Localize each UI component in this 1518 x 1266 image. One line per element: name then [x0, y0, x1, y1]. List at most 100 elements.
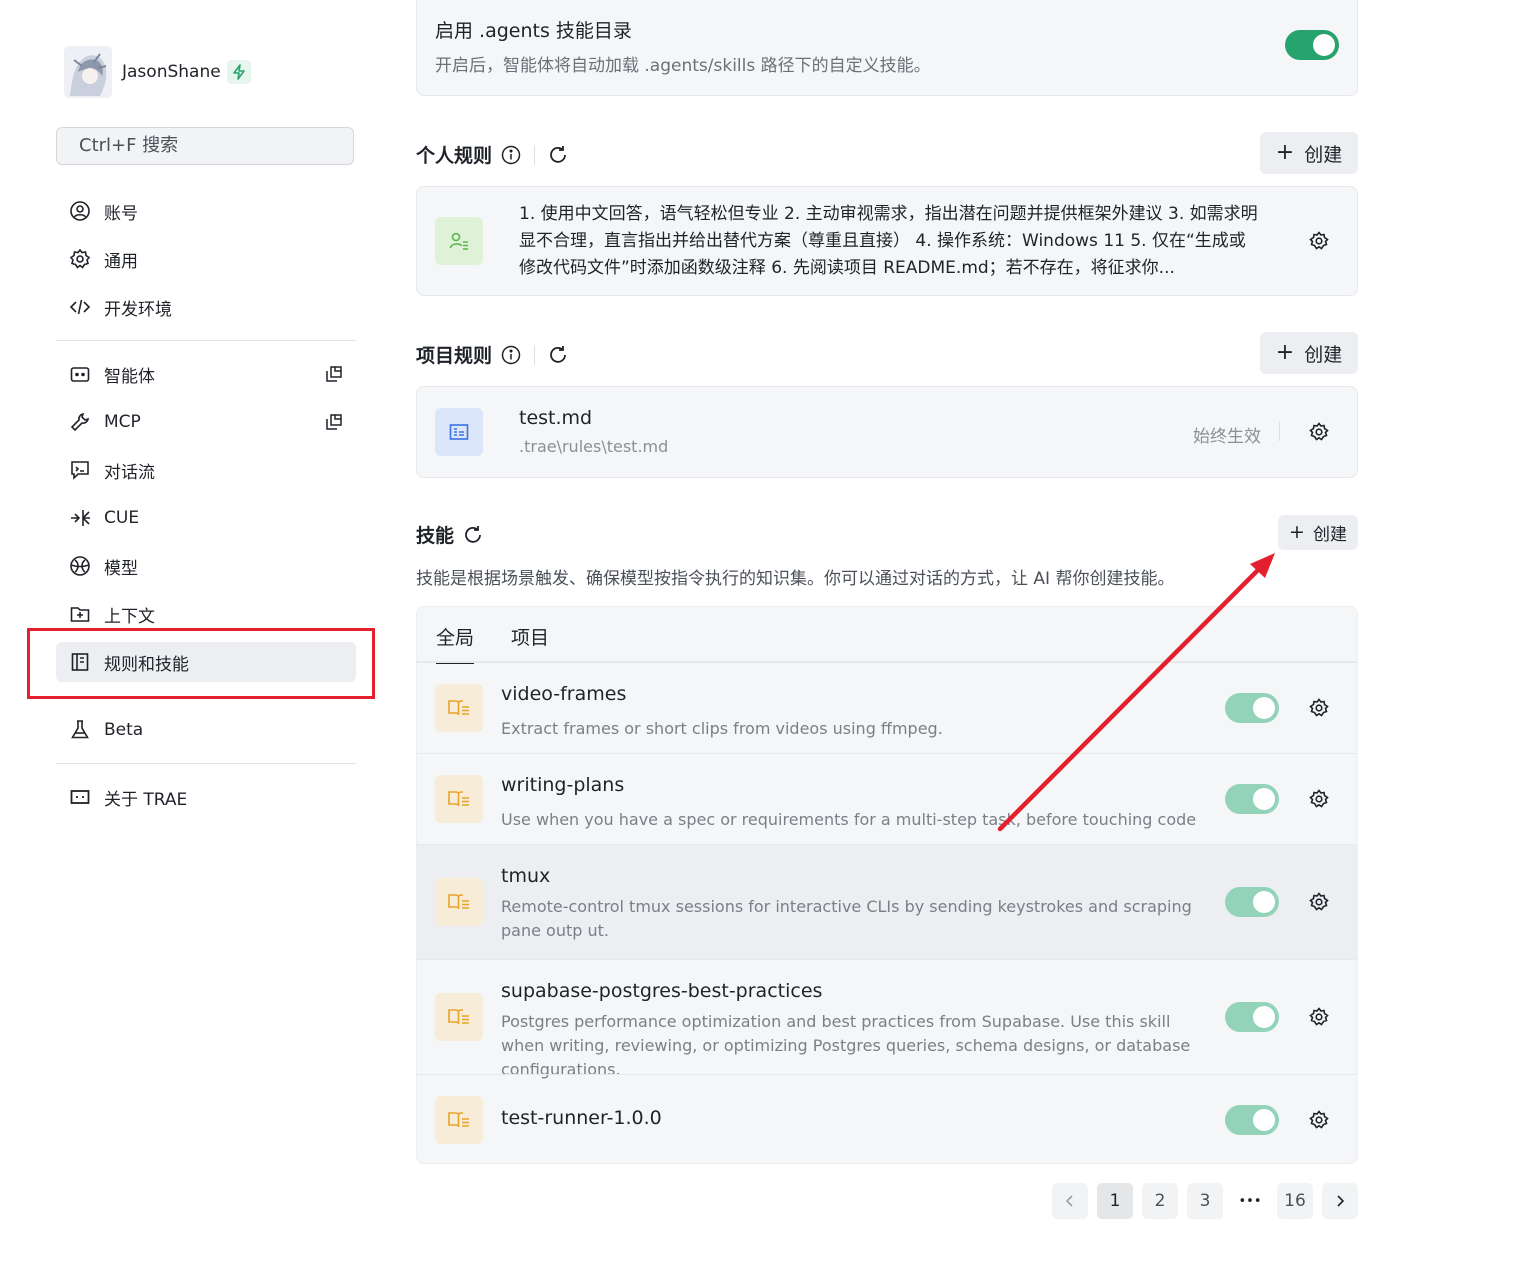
flask-icon	[68, 718, 92, 742]
user-circle-icon	[68, 199, 92, 223]
gear-icon[interactable]	[1307, 1005, 1331, 1029]
sidebar: JasonShane Ctrl+F 搜索 账号 通用 开发环境 智能体 MCP …	[0, 0, 380, 1266]
agents-dir-toggle[interactable]	[1285, 30, 1339, 60]
skill-book-icon	[435, 684, 483, 732]
sidebar-item-flow[interactable]: 对话流	[56, 450, 356, 490]
sidebar-item-about[interactable]: 关于 TRAE	[56, 777, 356, 817]
sidebar-item-beta[interactable]: Beta	[56, 710, 356, 750]
bolt-icon	[226, 60, 251, 84]
skill-toggle[interactable]	[1225, 784, 1279, 814]
trae-logo-icon	[68, 785, 92, 809]
pagination-prev-button[interactable]	[1052, 1183, 1088, 1219]
skill-row[interactable]: test-runner-1.0.0	[417, 1074, 1357, 1163]
sidebar-item-label: Beta	[104, 720, 144, 740]
skill-toggle[interactable]	[1225, 887, 1279, 917]
sidebar-item-label: 智能体	[104, 366, 155, 387]
skills-desc: 技能是根据场景触发、确保模型按指令执行的知识集。你可以通过对话的方式，让 AI …	[416, 569, 1175, 589]
tab-project[interactable]: 项目	[511, 623, 549, 650]
project-rules-create-button[interactable]: + 创建	[1260, 332, 1358, 374]
external-window-icon[interactable]	[322, 410, 346, 434]
gear-icon[interactable]	[1307, 1108, 1331, 1132]
pagination-page[interactable]: 1	[1097, 1183, 1133, 1219]
skill-desc: Remote-control tmux sessions for interac…	[501, 897, 1192, 940]
personal-rules-header: 个人规则	[416, 141, 569, 168]
sidebar-item-label: 模型	[104, 558, 138, 579]
section-title: 项目规则	[416, 345, 493, 367]
gear-icon[interactable]	[1307, 787, 1331, 811]
external-window-icon[interactable]	[322, 362, 346, 386]
info-icon[interactable]	[500, 144, 522, 166]
agents-dir-desc: 开启后，智能体将自动加载 .agents/skills 路径下的自定义技能。	[435, 56, 931, 76]
section-title: 个人规则	[416, 145, 493, 167]
sidebar-item-general[interactable]: 通用	[56, 239, 356, 279]
personal-rules-create-button[interactable]: + 创建	[1260, 132, 1358, 174]
skill-name: writing-plans	[501, 774, 625, 796]
skill-toggle[interactable]	[1225, 1105, 1279, 1135]
skill-book-icon	[435, 775, 483, 823]
profile[interactable]: JasonShane	[64, 46, 251, 98]
sidebar-item-label: 关于 TRAE	[104, 789, 188, 810]
pagination-ellipsis[interactable]: •••	[1232, 1183, 1268, 1219]
sidebar-item-agents[interactable]: 智能体	[56, 354, 356, 394]
sidebar-item-label: 账号	[104, 203, 138, 224]
agents-dir-title: 启用 .agents 技能目录	[435, 20, 632, 42]
refresh-icon[interactable]	[462, 524, 484, 546]
sidebar-item-label: CUE	[104, 508, 140, 528]
sidebar-item-label: 开发环境	[104, 299, 172, 320]
sidebar-divider	[56, 763, 356, 764]
skill-desc: Postgres performance optimization and be…	[501, 1012, 1191, 1079]
avatar[interactable]	[64, 46, 112, 98]
chat-flow-icon	[68, 458, 92, 482]
pagination-page[interactable]: 16	[1277, 1183, 1313, 1219]
skill-book-icon	[435, 878, 483, 926]
skills-create-button[interactable]: + 创建	[1278, 515, 1358, 550]
sidebar-item-label: MCP	[104, 412, 141, 432]
rule-file-name: test.md	[519, 407, 593, 429]
model-icon	[68, 554, 92, 578]
skills-panel: 全局 项目 video-frames Extract frames or sho…	[416, 606, 1358, 1164]
skill-desc: Extract frames or short clips from video…	[501, 719, 943, 738]
skill-row[interactable]: video-frames Extract frames or short cli…	[417, 662, 1357, 753]
skill-toggle[interactable]	[1225, 1002, 1279, 1032]
tab-global[interactable]: 全局	[436, 623, 475, 664]
sidebar-item-devenv[interactable]: 开发环境	[56, 287, 356, 327]
gear-icon[interactable]	[1307, 890, 1331, 914]
pagination-page[interactable]: 3	[1187, 1183, 1223, 1219]
project-rule-card[interactable]: test.md .trae\rules\test.md 始终生效	[416, 386, 1358, 478]
info-icon[interactable]	[500, 344, 522, 366]
sidebar-item-label: 通用	[104, 251, 138, 272]
skill-row[interactable]: tmux Remote-control tmux sessions for in…	[417, 844, 1357, 959]
skill-book-icon	[435, 1096, 483, 1144]
pagination-next-button[interactable]	[1322, 1183, 1358, 1219]
skills-header: 技能	[416, 521, 484, 548]
sidebar-item-model[interactable]: 模型	[56, 546, 356, 586]
gear-icon[interactable]	[1307, 420, 1331, 444]
skill-row[interactable]: writing-plans Use when you have a spec o…	[417, 753, 1357, 844]
folder-icon	[68, 602, 92, 626]
gear-icon[interactable]	[1307, 696, 1331, 720]
section-title: 技能	[416, 525, 455, 547]
personal-rule-card[interactable]: 1. 使用中文回答，语气轻松但专业 2. 主动审视需求，指出潜在问题并提供框架外…	[416, 186, 1358, 296]
gear-icon[interactable]	[1307, 229, 1331, 253]
skill-book-icon	[435, 993, 483, 1041]
sidebar-item-account[interactable]: 账号	[56, 191, 356, 231]
code-icon	[68, 295, 92, 319]
sidebar-item-mcp[interactable]: MCP	[56, 402, 356, 442]
refresh-icon[interactable]	[547, 144, 569, 166]
sidebar-item-label: 对话流	[104, 462, 155, 483]
gear-icon	[68, 247, 92, 271]
skill-row[interactable]: supabase-postgres-best-practices Postgre…	[417, 959, 1357, 1079]
search-input[interactable]: Ctrl+F 搜索	[56, 127, 354, 165]
username: JasonShane	[122, 62, 221, 82]
skill-toggle[interactable]	[1225, 693, 1279, 723]
agents-dir-card: 启用 .agents 技能目录 开启后，智能体将自动加载 .agents/ski…	[416, 0, 1358, 96]
wrench-icon	[68, 410, 92, 434]
file-rule-icon	[435, 408, 483, 456]
pagination-page[interactable]: 2	[1142, 1183, 1178, 1219]
skill-name: supabase-postgres-best-practices	[501, 980, 823, 1002]
project-rules-header: 项目规则	[416, 341, 569, 368]
bot-icon	[68, 362, 92, 386]
refresh-icon[interactable]	[547, 344, 569, 366]
sidebar-item-label: 上下文	[104, 606, 155, 627]
sidebar-item-cue[interactable]: CUE	[56, 498, 356, 538]
